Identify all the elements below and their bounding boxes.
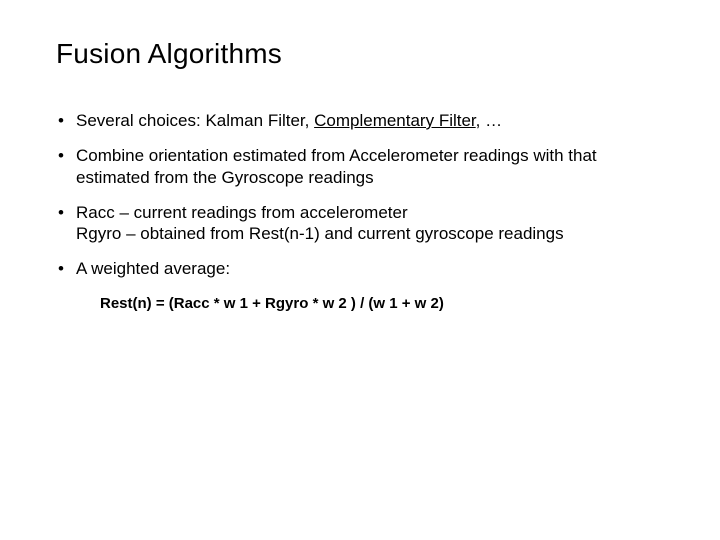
bullet-item: Racc – current readings from acceleromet…	[56, 202, 670, 245]
text-segment: Complementary Filter	[314, 111, 476, 130]
bullet-item: A weighted average:	[56, 258, 670, 279]
text-segment: Several choices: Kalman Filter,	[76, 111, 314, 130]
bullet-list: Several choices: Kalman Filter, Compleme…	[56, 110, 670, 280]
bullet-item: Combine orientation estimated from Accel…	[56, 145, 670, 188]
slide: Fusion Algorithms Several choices: Kalma…	[0, 0, 720, 540]
slide-title: Fusion Algorithms	[56, 38, 670, 70]
formula-line: Rest(n) = (Racc * w 1 + Rgyro * w 2 ) / …	[100, 294, 670, 314]
text-segment: Racc – current readings from acceleromet…	[76, 203, 564, 243]
text-segment: Combine orientation estimated from Accel…	[76, 146, 601, 186]
bullet-item: Several choices: Kalman Filter, Compleme…	[56, 110, 670, 131]
text-segment: A weighted average:	[76, 259, 230, 278]
text-segment: , …	[476, 111, 502, 130]
